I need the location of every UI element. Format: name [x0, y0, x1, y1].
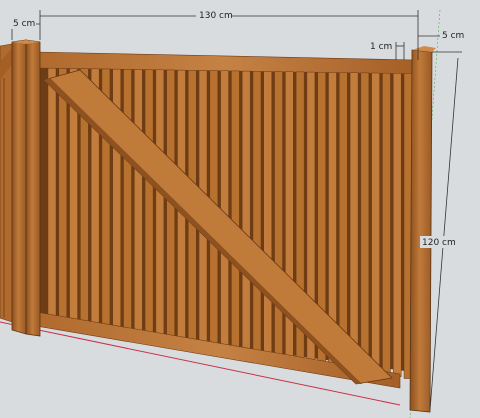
- slat: [231, 70, 240, 350]
- adjacent-gate-panel: [0, 43, 13, 323]
- dim-label-gate-width: 130 cm: [199, 11, 233, 21]
- slat: [47, 67, 57, 319]
- slat: [371, 72, 380, 374]
- slat: [360, 72, 370, 372]
- slat: [241, 70, 251, 352]
- slat: [263, 71, 273, 355]
- dim-label-slat-gap: 1 cm: [370, 42, 392, 52]
- slat: [220, 70, 229, 348]
- gate-diagram-canvas: 5 cm 130 cm 1 cm 5 cm 120 cm: [0, 0, 480, 418]
- left-post-inner: [25, 39, 41, 337]
- slat: [58, 68, 68, 321]
- dim-label-gate-height: 120 cm: [422, 238, 456, 248]
- slat: [134, 69, 143, 333]
- slat: [252, 71, 262, 354]
- slat: [382, 72, 391, 376]
- slat: [349, 72, 359, 370]
- slat: [144, 69, 154, 335]
- gate-drawing: 5 cm 130 cm 1 cm 5 cm 120 cm: [0, 0, 480, 418]
- slat: [155, 69, 165, 337]
- left-post-outer: [11, 39, 27, 335]
- dim-label-left-post: 5 cm: [13, 19, 35, 29]
- dim-label-right-post: 5 cm: [442, 31, 464, 41]
- right-post: [409, 49, 433, 413]
- slat: [123, 69, 132, 332]
- slat: [274, 71, 283, 357]
- slat: [392, 73, 402, 377]
- slat: [339, 72, 348, 368]
